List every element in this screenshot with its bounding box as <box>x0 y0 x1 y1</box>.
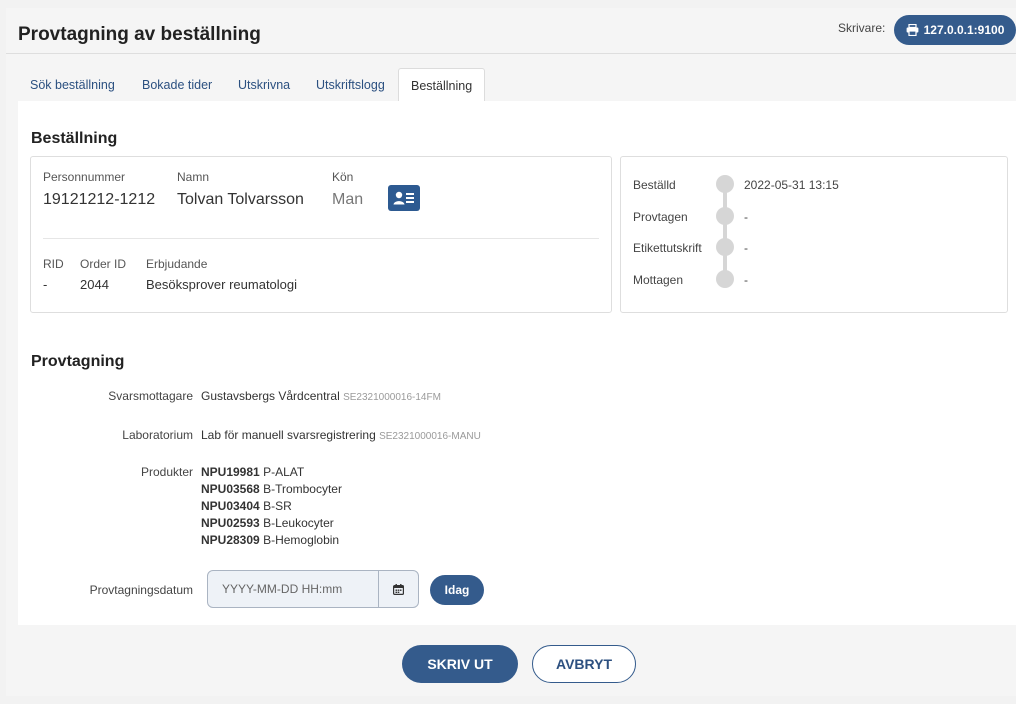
today-button[interactable]: Idag <box>430 575 484 605</box>
page-title: Provtagning av beställning <box>18 24 261 45</box>
provtagningsdatum-field <box>207 570 419 608</box>
timeline-dot <box>716 175 734 193</box>
tab-label: Sök beställning <box>30 78 115 92</box>
patient-card-button[interactable] <box>388 185 420 211</box>
timeline-label-bestalld: Beställd <box>633 178 676 192</box>
timeline-label-provtagen: Provtagen <box>633 210 688 224</box>
produkter-list: NPU19981 P-ALAT NPU03568 B-Trombocyter N… <box>201 464 342 549</box>
product-code: NPU02593 <box>201 516 260 530</box>
provtagningsdatum-input[interactable] <box>208 571 378 607</box>
printer-label: Skrivare: <box>838 21 886 35</box>
tab-bokade-tider[interactable]: Bokade tider <box>130 68 224 102</box>
erbjudande-value: Besöksprover reumatologi <box>146 277 298 292</box>
print-button[interactable]: SKRIV UT <box>402 645 518 683</box>
tab-utskriftslogg[interactable]: Utskriftslogg <box>304 68 397 102</box>
timeline-dot <box>716 270 734 288</box>
timeline-label-mottagen: Mottagen <box>633 273 684 287</box>
svarsmottagare-label: Svarsmottagare <box>108 389 193 403</box>
rid-value: - <box>43 277 48 292</box>
tab-utskrivna[interactable]: Utskrivna <box>226 68 302 102</box>
page-header: Provtagning av beställning Skrivare: 127… <box>6 8 1016 54</box>
order-panel: Beställning Personnummer 19121212-1212 N… <box>18 101 1016 696</box>
status-timeline-card: Beställd 2022-05-31 13:15 Provtagen - Et… <box>620 156 1008 313</box>
laboratorium-name: Lab för manuell svarsregistrering <box>201 428 376 442</box>
product-name: B-SR <box>263 499 292 513</box>
tab-label: Utskrivna <box>238 78 291 92</box>
calendar-button[interactable] <box>378 571 418 607</box>
timeline-value-provtagen: - <box>744 210 748 224</box>
product-code: NPU28309 <box>201 533 260 547</box>
timeline-label-etikettutskrift: Etikettutskrift <box>633 241 702 255</box>
tab-bestallning[interactable]: Beställning <box>398 68 486 102</box>
svarsmottagare-name: Gustavsbergs Vårdcentral <box>201 389 340 403</box>
kon-value: Man <box>332 191 364 208</box>
id-card-icon <box>393 191 414 205</box>
timeline-dot <box>716 207 734 225</box>
personnummer-label: Personnummer <box>43 170 126 184</box>
rid-label: RID <box>43 257 64 271</box>
erbjudande-label: Erbjudande <box>146 257 208 271</box>
printer-button[interactable]: 127.0.0.1:9100 <box>894 15 1016 45</box>
timeline-dot <box>716 238 734 256</box>
app-window: Provtagning av beställning Skrivare: 127… <box>6 8 1016 696</box>
printer-address: 127.0.0.1:9100 <box>923 23 1005 37</box>
product-code: NPU03568 <box>201 482 260 496</box>
order-id-label: Order ID <box>80 257 127 271</box>
namn-label: Namn <box>177 170 210 184</box>
kon-label: Kön <box>332 170 354 184</box>
product-item: NPU02593 B-Leukocyter <box>201 515 342 532</box>
product-name: B-Hemoglobin <box>263 533 340 547</box>
sampling-section-title: Provtagning <box>31 353 125 370</box>
laboratorium-value: Lab för manuell svarsregistrering SE2321… <box>201 428 481 442</box>
laboratorium-label: Laboratorium <box>122 428 193 442</box>
product-name: B-Leukocyter <box>263 516 334 530</box>
product-item: NPU03404 B-SR <box>201 498 342 515</box>
svarsmottagare-code: SE2321000016-14FM <box>343 392 441 403</box>
timeline-value-etikettutskrift: - <box>744 241 748 255</box>
provtagningsdatum-label: Provtagningsdatum <box>89 583 193 597</box>
order-section-title: Beställning <box>31 130 118 147</box>
product-item: NPU03568 B-Trombocyter <box>201 481 342 498</box>
card-divider <box>43 238 599 239</box>
cancel-button[interactable]: AVBRYT <box>532 645 636 683</box>
namn-value: Tolvan Tolvarsson <box>177 191 304 208</box>
product-code: NPU19981 <box>201 465 260 479</box>
tab-label: Bokade tider <box>142 78 213 92</box>
tab-sok-bestallning[interactable]: Sök beställning <box>18 68 127 102</box>
timeline-value-mottagen: - <box>744 273 748 287</box>
tab-bar: Sök beställning Bokade tider Utskrivna U… <box>6 68 1016 102</box>
product-item: NPU19981 P-ALAT <box>201 464 342 481</box>
produkter-label: Produkter <box>140 465 193 479</box>
product-name: B-Trombocyter <box>263 482 342 496</box>
svarsmottagare-value: Gustavsbergs Vårdcentral SE2321000016-14… <box>201 389 441 403</box>
patient-card: Personnummer 19121212-1212 Namn Tolvan T… <box>30 156 612 313</box>
timeline-line <box>723 181 727 277</box>
product-name: P-ALAT <box>263 465 305 479</box>
timeline-value-bestalld: 2022-05-31 13:15 <box>744 178 839 192</box>
printer-icon <box>906 24 919 36</box>
calendar-icon <box>393 583 404 595</box>
action-bar: SKRIV UT AVBRYT <box>18 625 1016 696</box>
tab-label: Utskriftslogg <box>316 78 385 92</box>
product-code: NPU03404 <box>201 499 260 513</box>
tab-label: Beställning <box>411 78 473 93</box>
laboratorium-code: SE2321000016-MANU <box>379 431 481 442</box>
personnummer-value: 19121212-1212 <box>43 191 156 208</box>
product-item: NPU28309 B-Hemoglobin <box>201 532 342 549</box>
order-id-value: 2044 <box>80 277 109 292</box>
